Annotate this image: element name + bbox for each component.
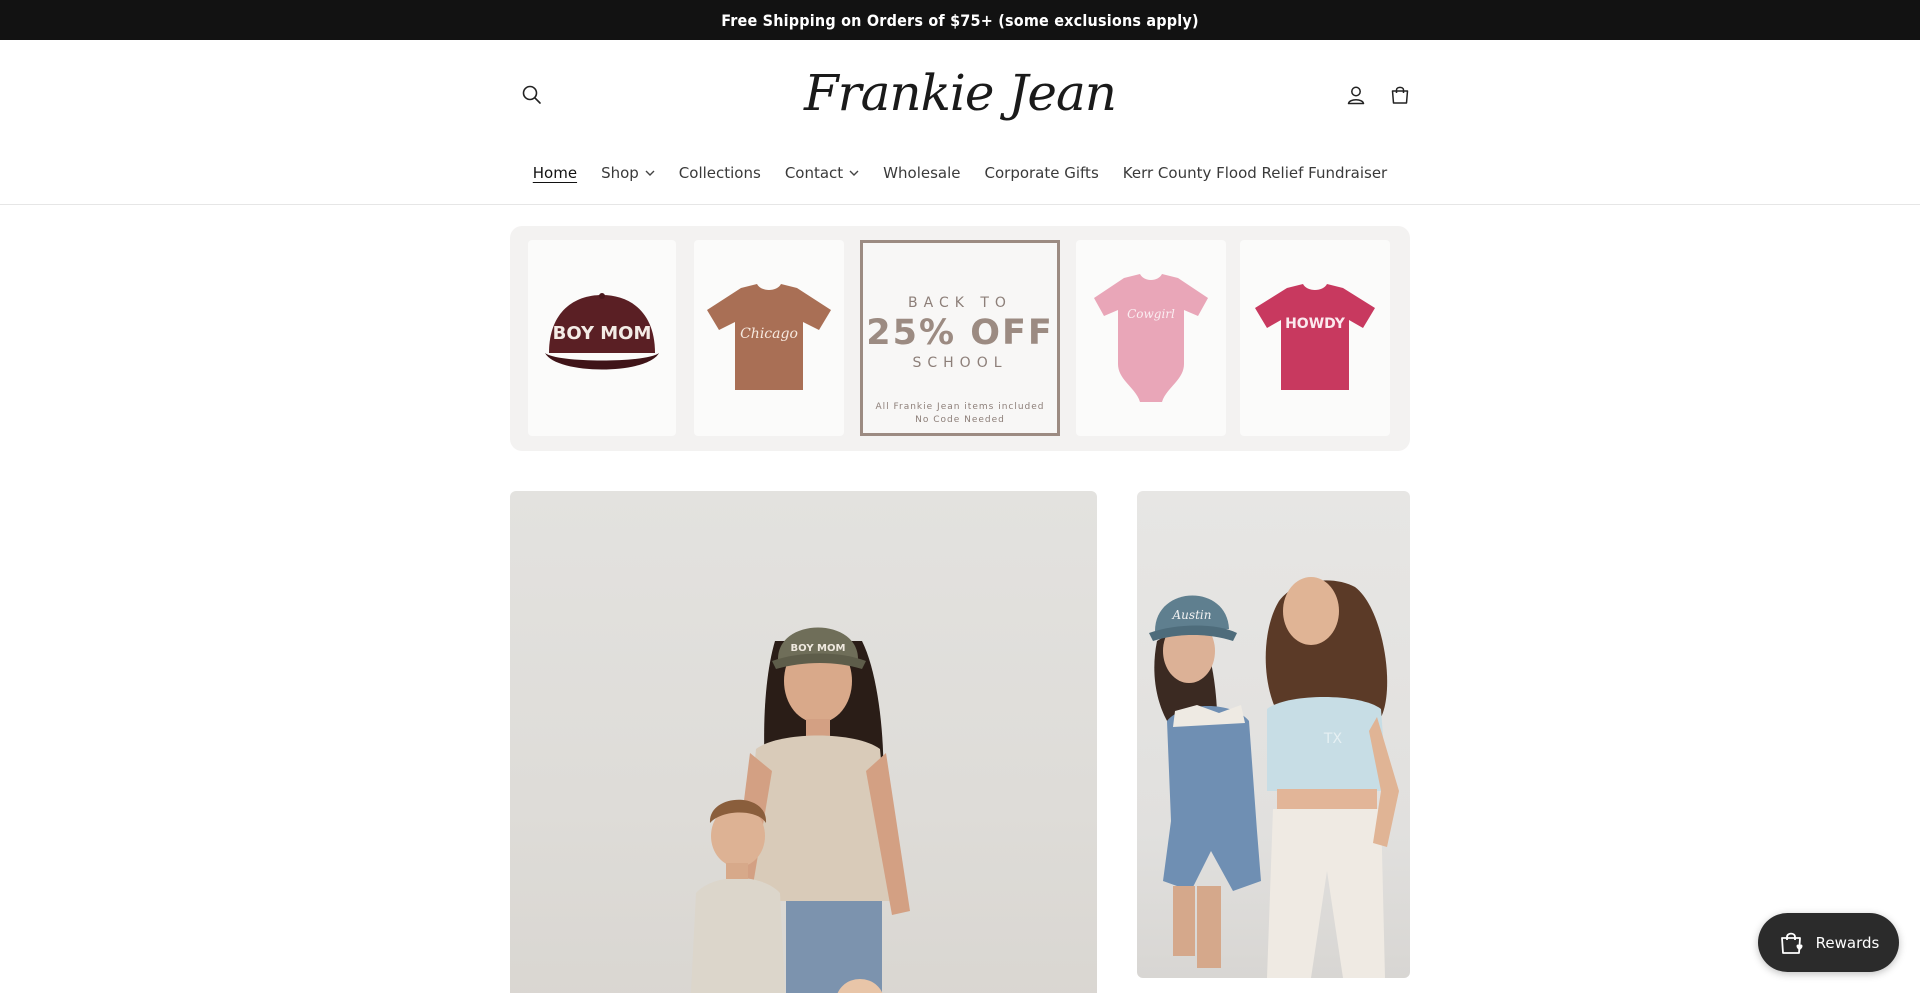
nav-item-label: Contact [784, 164, 844, 182]
featured-image-friends[interactable]: Austin TX [1137, 491, 1410, 978]
chevron-down-icon [645, 170, 655, 176]
tshirt-image: Chicago [707, 284, 831, 390]
nav-item-corporate-gifts[interactable]: Corporate Gifts [973, 164, 1111, 182]
shopping-bag-heart-icon [1780, 932, 1803, 954]
nav-item-wholesale[interactable]: Wholesale [871, 164, 972, 182]
promo-fineprint-1: All Frankie Jean items included [875, 402, 1045, 412]
rewards-label: Rewards [1815, 933, 1880, 952]
nav-item-label: Kerr County Flood Relief Fundraiser [1122, 164, 1388, 182]
photo-hat-text: BOY MOM [791, 643, 846, 654]
product-tile-cowgirl-onesie: Cowgirl [1076, 240, 1226, 436]
back-to-school-promo[interactable]: BACK TO 25% OFF SCHOOL All Frankie Jean … [860, 240, 1060, 436]
photo-shirt-text: TX [1323, 731, 1343, 747]
nav-item-contact[interactable]: Contact [773, 164, 871, 182]
hat-text: BOY MOM [553, 323, 652, 344]
photo-hat-text: Austin [1172, 608, 1212, 622]
promo-line2: SCHOOL [912, 355, 1008, 371]
announcement-bar: Free Shipping on Orders of $75+ (some ex… [0, 0, 1920, 40]
nav-item-flood-relief[interactable]: Kerr County Flood Relief Fundraiser [1111, 164, 1399, 182]
nav-item-shop[interactable]: Shop [589, 164, 667, 182]
product-tile-chicago-tee: Chicago [694, 240, 844, 436]
user-icon [1347, 86, 1365, 105]
product-tile-howdy-tee: HOWDY [1240, 240, 1390, 436]
lifestyle-photo: BOY MOM [690, 627, 910, 993]
nav-item-label: Wholesale [883, 164, 961, 182]
promo-banner[interactable]: BOY MOM Chicago BACK TO 25% OFF SCHOOL A… [510, 226, 1410, 451]
main-nav: Home Shop Collections Contact Wholesale … [0, 151, 1920, 195]
nav-item-label: Home [532, 164, 578, 182]
promo-discount: 25% OFF [866, 313, 1054, 353]
nav-item-label: Shop [601, 164, 639, 182]
featured-image-family[interactable]: BOY MOM [510, 491, 1097, 993]
chevron-down-icon [849, 170, 859, 176]
hat-image: BOY MOM [545, 293, 659, 370]
tee-text: HOWDY [1285, 316, 1346, 332]
nav-item-label: Collections [678, 164, 761, 182]
cart-button[interactable] [1384, 79, 1416, 111]
search-icon [522, 85, 541, 104]
tee-text: Chicago [740, 326, 798, 342]
product-tile-hat: BOY MOM [528, 240, 676, 436]
nav-item-home[interactable]: Home [521, 164, 589, 182]
lifestyle-photo: Austin TX [1149, 577, 1399, 978]
onesie-text: Cowgirl [1127, 307, 1175, 321]
search-button[interactable] [516, 79, 548, 111]
site-logo[interactable]: Frankie Jean [804, 58, 1117, 128]
announcement-text: Free Shipping on Orders of $75+ (some ex… [721, 10, 1199, 30]
rewards-button[interactable]: Rewards [1758, 913, 1899, 972]
nav-item-label: Corporate Gifts [984, 164, 1099, 182]
onesie-image: Cowgirl [1094, 274, 1208, 402]
promo-fineprint-2: No Code Needed [915, 415, 1005, 425]
cart-icon [1391, 86, 1409, 104]
tshirt-image: HOWDY [1255, 284, 1375, 390]
promo-line1: BACK TO [908, 295, 1012, 311]
logo-text: Frankie Jean [803, 64, 1117, 122]
account-button[interactable] [1340, 79, 1372, 111]
site-header: Frankie Jean Home Shop Collections Conta… [0, 40, 1920, 205]
nav-item-collections[interactable]: Collections [667, 164, 773, 182]
